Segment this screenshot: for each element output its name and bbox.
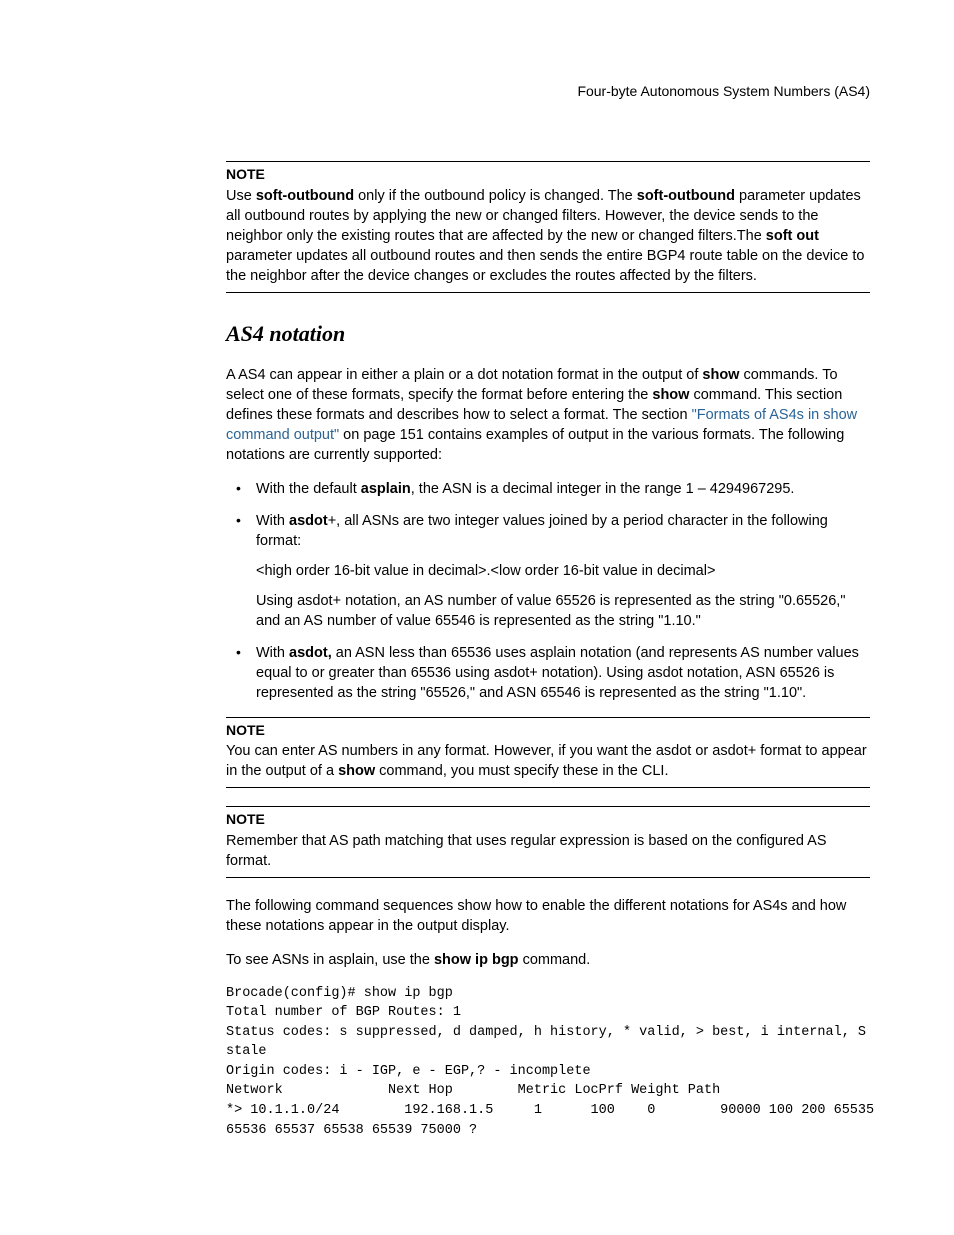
text: an ASN less than 65536 uses asplain nota… xyxy=(256,645,859,701)
bold-term: asplain xyxy=(361,481,411,497)
format-example: <high order 16‑bit value in decimal>.<lo… xyxy=(256,561,870,581)
text: command, you must specify these in the C… xyxy=(375,763,668,779)
note-body: You can enter AS numbers in any format. … xyxy=(226,741,870,781)
bold-term: soft out xyxy=(766,228,819,244)
body-paragraph: To see ASNs in asplain, use the show ip … xyxy=(226,950,870,970)
note-block: NOTE Use soft-outbound only if the outbo… xyxy=(226,161,870,292)
intro-paragraph: A AS4 can appear in either a plain or a … xyxy=(226,365,870,465)
bold-term: show xyxy=(652,387,689,403)
note-label: NOTE xyxy=(226,721,870,740)
document-page: Four-byte Autonomous System Numbers (AS4… xyxy=(0,0,954,1200)
text: A AS4 can appear in either a plain or a … xyxy=(226,367,702,383)
body-paragraph: The following command sequences show how… xyxy=(226,896,870,936)
bullet-list: With the default asplain, the ASN is a d… xyxy=(226,479,870,703)
list-item: With the default asplain, the ASN is a d… xyxy=(226,479,870,499)
text: Use xyxy=(226,188,256,204)
note-body: Use soft-outbound only if the outbound p… xyxy=(226,186,870,286)
text: only if the outbound policy is changed. … xyxy=(354,188,637,204)
note-body: Remember that AS path matching that uses… xyxy=(226,831,870,871)
note-block: NOTE Remember that AS path matching that… xyxy=(226,806,870,877)
list-item: With asdot, an ASN less than 65536 uses … xyxy=(226,643,870,703)
text: With xyxy=(256,513,289,529)
text: To see ASNs in asplain, use the xyxy=(226,952,434,968)
list-item: With asdot+, all ASNs are two integer va… xyxy=(226,511,870,631)
running-header: Four-byte Autonomous System Numbers (AS4… xyxy=(226,82,870,101)
bold-term: asdot xyxy=(289,513,328,529)
bold-term: asdot, xyxy=(289,645,332,661)
bold-term: soft-outbound xyxy=(637,188,735,204)
bold-term: show xyxy=(702,367,739,383)
bold-term: show ip bgp xyxy=(434,952,519,968)
text: parameter updates all outbound routes an… xyxy=(226,248,864,284)
note-block: NOTE You can enter AS numbers in any for… xyxy=(226,717,870,788)
note-label: NOTE xyxy=(226,165,870,184)
bold-term: soft-outbound xyxy=(256,188,354,204)
text: With the default xyxy=(256,481,361,497)
text: command. xyxy=(519,952,591,968)
text: +, all ASNs are two integer values joine… xyxy=(256,513,828,549)
explanation-text: Using asdot+ notation, an AS number of v… xyxy=(256,591,870,631)
bold-term: show xyxy=(338,763,375,779)
text: With xyxy=(256,645,289,661)
text: , the ASN is a decimal integer in the ra… xyxy=(411,481,795,497)
section-heading: AS4 notation xyxy=(226,319,870,349)
note-label: NOTE xyxy=(226,810,870,829)
cli-output: Brocade(config)# show ip bgp Total numbe… xyxy=(226,984,870,1141)
